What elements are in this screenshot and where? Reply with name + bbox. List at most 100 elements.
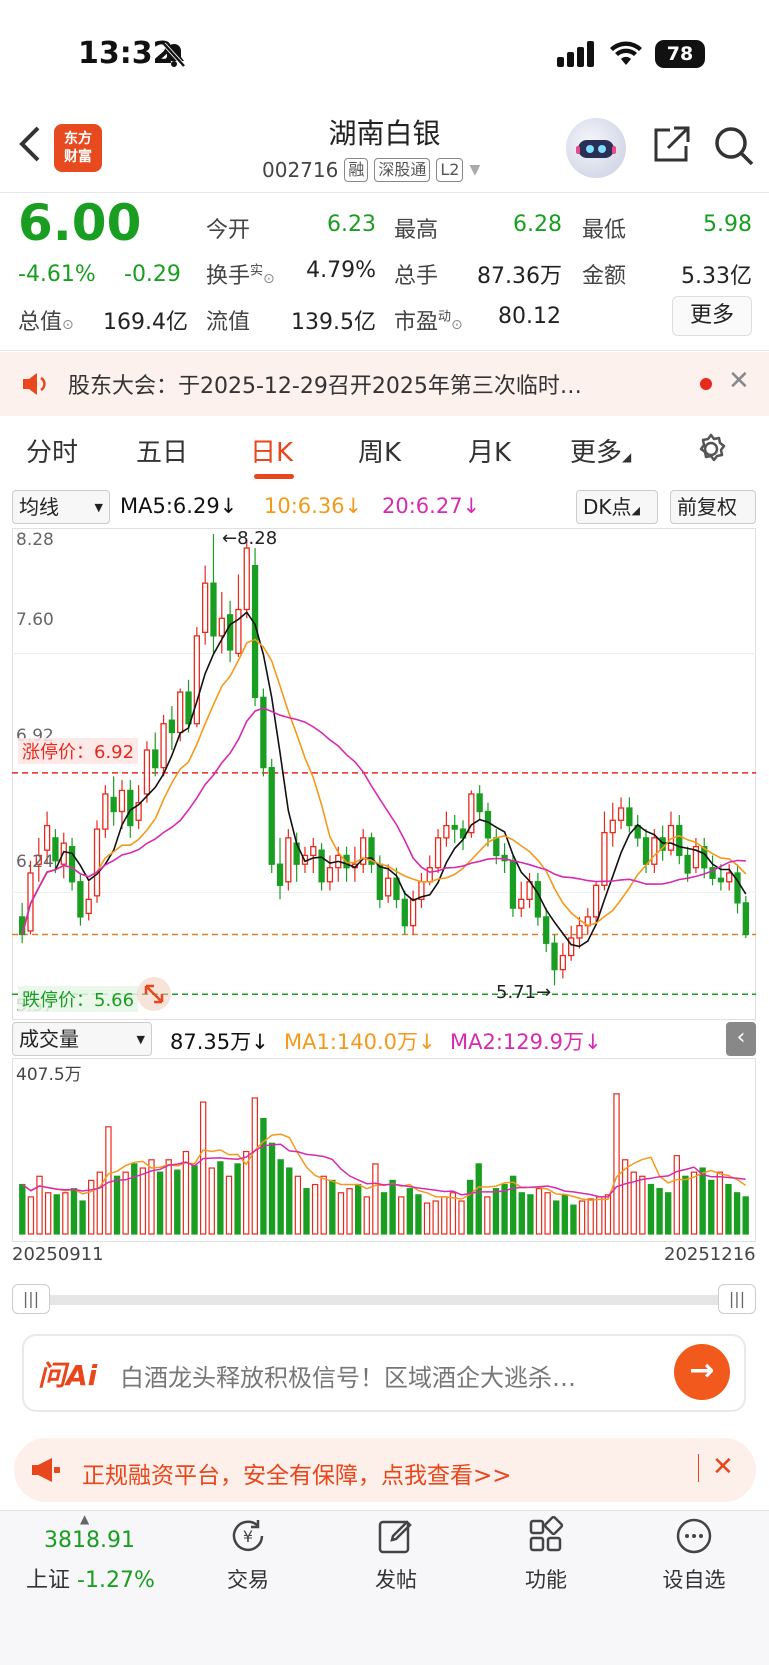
range-handle-right[interactable]: ||| (718, 1284, 756, 1314)
volume-bar (389, 1179, 396, 1235)
volume-bar (415, 1194, 422, 1235)
candle-body (543, 916, 550, 944)
volume-bar (199, 1101, 207, 1235)
dk-point-select[interactable]: DK点◢ (576, 490, 658, 524)
turnover-label: 换手实⊙ (206, 258, 275, 290)
pe-label: 市盈动⊙ (394, 304, 463, 336)
settings-button[interactable] (694, 432, 728, 470)
candle-body (476, 793, 483, 813)
ma-select[interactable]: 均线 ▼ (12, 490, 110, 524)
volume-bar (44, 1192, 52, 1235)
volume-select[interactable]: 成交量 ▼ (12, 1022, 152, 1056)
candle-body (177, 691, 184, 734)
volume-bar (656, 1188, 663, 1235)
volume-select-label: 成交量 (19, 1027, 79, 1051)
high-value: 6.28 (513, 212, 562, 237)
volume-bar (665, 1192, 672, 1235)
candle-body (742, 902, 749, 936)
candle-body (518, 898, 525, 909)
volume-bar (725, 1183, 732, 1235)
volume-bar (191, 1165, 198, 1235)
assistant-avatar[interactable] (566, 118, 626, 178)
candle-body (202, 582, 209, 634)
tab-intraday[interactable]: 分时 (26, 432, 78, 469)
volume-bar (647, 1183, 655, 1235)
search-icon (715, 127, 754, 166)
pe-value: 80.12 (498, 304, 561, 329)
tag-l2: L2 (436, 158, 464, 182)
promo-text[interactable]: 正规融资平台，安全有保障，点我查看>> (82, 1456, 512, 1490)
candle-body (152, 749, 159, 769)
volume-bar (53, 1194, 60, 1235)
nav-trade-label: 交易 (227, 1568, 269, 1592)
share-button[interactable] (650, 124, 692, 170)
stock-code-line[interactable]: 002716 融 深股通 L2 ▼ (262, 158, 480, 182)
tab-weekly-k[interactable]: 周K (358, 432, 401, 469)
gear-icon (699, 433, 726, 462)
range-slider-track[interactable] (20, 1295, 750, 1305)
ma10-readout: 10:6.36↓ (264, 494, 363, 518)
limit-down-label: 跌停价：5.66 (18, 986, 139, 1012)
kline-chart[interactable] (12, 528, 756, 1020)
volume-bar (544, 1192, 551, 1235)
min-price-marker: 5.71→ (496, 982, 552, 1003)
more-button[interactable]: 更多 (672, 296, 752, 336)
volume-bar (251, 1097, 259, 1235)
stock-code: 002716 (262, 158, 339, 182)
nav-post-label: 发帖 (375, 1568, 417, 1592)
fullscreen-button[interactable] (136, 976, 172, 1016)
volume-bar (225, 1175, 233, 1235)
candle-body (409, 898, 417, 927)
volume-bar (639, 1175, 646, 1235)
date-start: 20250911 (12, 1244, 104, 1265)
candle-body (393, 877, 400, 900)
candle-body (268, 766, 275, 865)
range-handle-left[interactable]: ||| (12, 1284, 50, 1314)
candle-body (326, 867, 334, 883)
search-button[interactable] (712, 124, 756, 172)
collapse-panel-button[interactable]: ‹ (726, 1022, 756, 1056)
index-line[interactable]: 上证 -1.27% (26, 1562, 155, 1594)
volume-bar (501, 1183, 508, 1235)
index-value[interactable]: 3818.91 (44, 1528, 135, 1553)
candle-body (160, 723, 167, 769)
nav-watchlist[interactable]: 设自选 (634, 1516, 754, 1594)
close-icon[interactable]: ✕ (712, 1452, 734, 1482)
dk-label: DK点 (583, 495, 632, 519)
candle-body (592, 884, 600, 918)
adjust-select[interactable]: 前复权 (670, 490, 756, 524)
volume-bar (354, 1183, 362, 1235)
volume-chart[interactable] (12, 1058, 756, 1242)
candle-body (77, 881, 84, 918)
ai-prompt-text[interactable]: 白酒龙头释放积极信号！区域酒企大逃杀… (120, 1358, 650, 1393)
volume-bar (733, 1192, 741, 1235)
volume-bar (690, 1171, 698, 1235)
tab-five-day[interactable]: 五日 (136, 432, 188, 469)
nav-post[interactable]: 发帖 (336, 1516, 456, 1594)
close-icon[interactable]: ✕ (728, 366, 750, 396)
more-circle-icon (676, 1518, 712, 1554)
nav-functions[interactable]: 功能 (486, 1515, 606, 1594)
ai-go-button[interactable]: → (674, 1344, 730, 1400)
nav-trade[interactable]: ¥ 交易 (188, 1516, 308, 1594)
volume-bar (320, 1175, 327, 1235)
ai-logo: 问Ai (38, 1359, 98, 1392)
low-value: 5.98 (703, 212, 752, 237)
volume-bar (527, 1194, 534, 1235)
tab-monthly-k[interactable]: 月K (468, 432, 511, 469)
notice-text[interactable]: 股东大会：于2025-12-29召开2025年第三次临时… (68, 368, 668, 400)
candle-body (235, 608, 242, 655)
candle-body (551, 942, 558, 971)
volume-label: 总手 (394, 264, 439, 289)
last-price: 6.00 (18, 194, 142, 252)
mute-icon (160, 42, 188, 72)
volume-bar (268, 1142, 276, 1235)
tab-more[interactable]: 更多◢ (570, 432, 631, 469)
info-icon: ⊙ (451, 317, 463, 333)
volume-bar (27, 1196, 35, 1235)
pe-label-text: 市盈 (394, 310, 439, 335)
tab-daily-k[interactable]: 日K (250, 432, 293, 469)
wifi-icon (610, 41, 642, 65)
candle-body (568, 937, 575, 957)
open-value: 6.23 (327, 212, 376, 237)
